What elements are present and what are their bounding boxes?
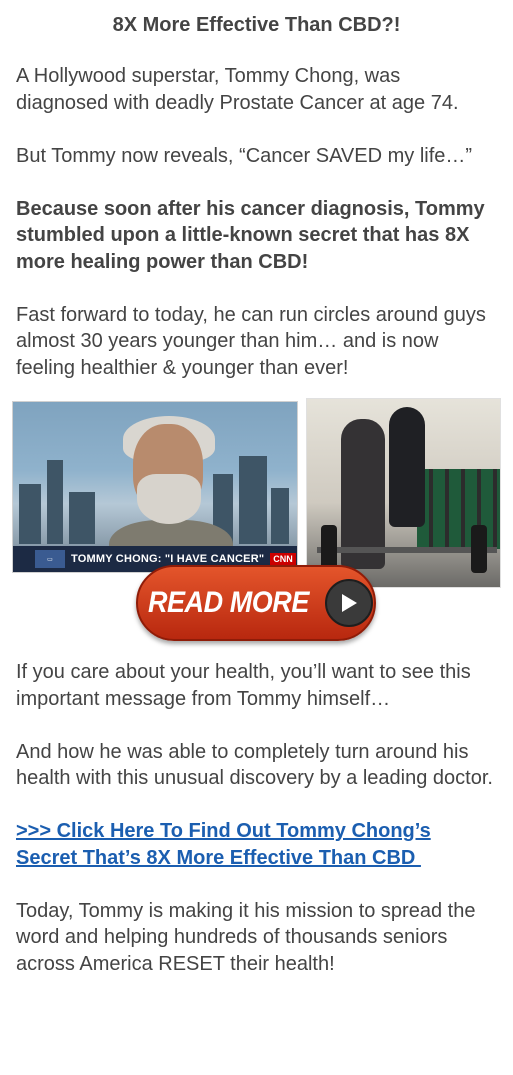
intro-paragraph: A Hollywood superstar, Tommy Chong, was … [16,65,459,114]
barbell [317,547,497,553]
page-title: 8X More Effective Than CBD?! [112,14,401,36]
secret-paragraph: Because soon after his cancer diagnosis,… [16,197,485,273]
article: 8X More Effective Than CBD?! A Hollywood… [0,0,513,977]
gym-deadlift-image[interactable] [306,398,501,588]
mission-paragraph: Today, Tommy is making it his mission to… [16,899,476,975]
news-interview-image[interactable]: ▭ TOMMY CHONG: "I HAVE CANCER" CNN [12,401,298,573]
read-more-button[interactable]: READ MORE [136,565,376,641]
dumbbell-rack [417,469,500,549]
care-paragraph: If you care about your health, you’ll wa… [16,661,471,710]
reveal-paragraph: But Tommy now reveals, “Cancer SAVED my … [16,144,473,167]
promo-media[interactable]: ▭ TOMMY CHONG: "I HAVE CANCER" CNN READ … [12,398,501,644]
barbell-plate-right [471,525,487,573]
play-icon [325,579,374,627]
turnaround-paragraph: And how he was able to completely turn a… [16,740,493,790]
fast-forward-paragraph: Fast forward to today, he can run circle… [16,303,486,379]
person-beard [137,474,201,524]
read-more-label: READ MORE [147,586,309,619]
news-ticker-text: TOMMY CHONG: "I HAVE CANCER" [71,553,265,565]
trainer-figure [389,407,425,527]
cta-link[interactable]: >>> Click Here To Find Out Tommy Chong’s… [16,818,497,871]
cnn-logo: CNN [270,553,296,565]
news-show-logo: ▭ [35,550,65,568]
